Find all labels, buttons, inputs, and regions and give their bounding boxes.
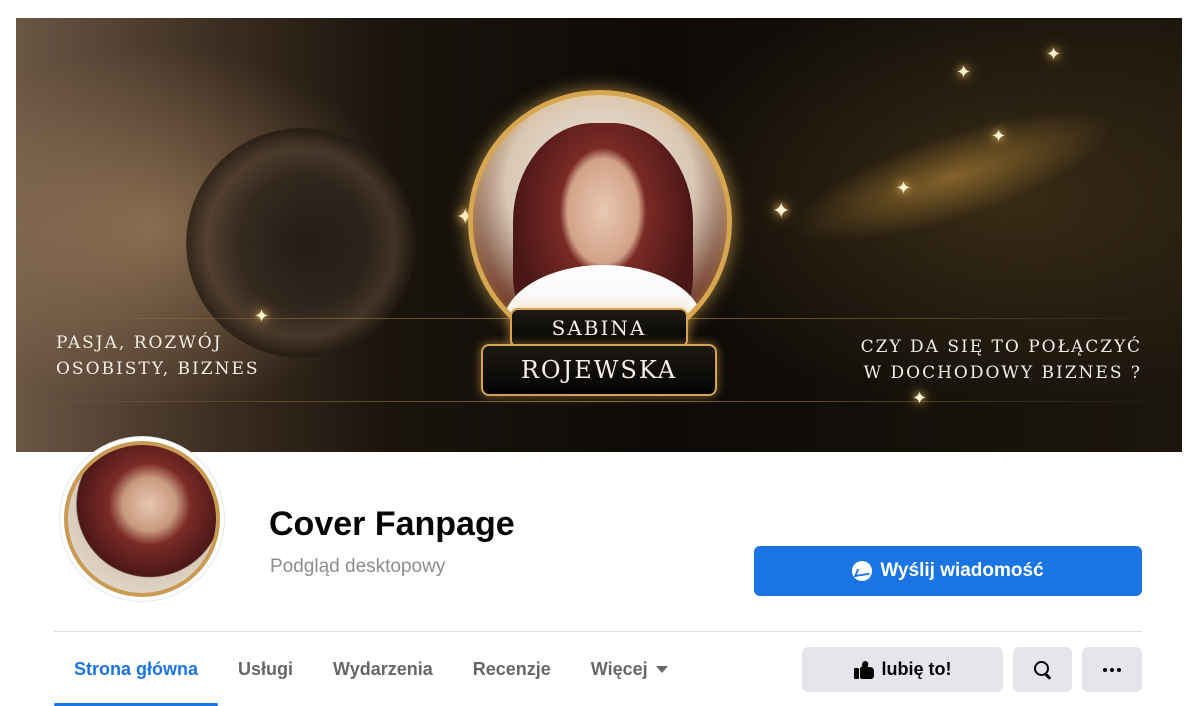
profile-avatar[interactable] (60, 437, 224, 601)
sparkle-star-icon: ✦ (1046, 44, 1062, 64)
tab-more[interactable]: Więcej (571, 632, 688, 706)
more-options-button[interactable] (1082, 647, 1142, 692)
page-title: Cover Fanpage (269, 505, 515, 543)
messenger-icon (852, 561, 873, 581)
send-message-button[interactable]: Wyślij wiadomość (754, 546, 1142, 596)
tab-label: Więcej (590, 658, 648, 679)
cover-tagline-right: CZY DA SIĘ TO POŁĄCZYĆ W DOCHODOWY BIZNE… (861, 334, 1142, 386)
tagline-right-line1: CZY DA SIĘ TO POŁĄCZYĆ (860, 337, 1142, 357)
cover-name-last: ROJEWSKA (481, 344, 717, 396)
gold-line (16, 401, 1182, 402)
search-icon (1033, 660, 1052, 679)
cover-tagline-left: PASJA, ROZWÓJ OSOBISTY, BIZNES (56, 330, 260, 382)
tab-services[interactable]: Usługi (218, 632, 313, 706)
gold-sparkle-wave (687, 18, 1182, 385)
tab-events[interactable]: Wydarzenia (313, 632, 453, 706)
tab-label: Usługi (238, 658, 294, 679)
tagline-left-line1: PASJA, ROZWÓJ (56, 333, 223, 353)
sparkle-star-icon: ✦ (254, 306, 270, 326)
like-label: lubię to! (881, 659, 952, 679)
tab-label: Recenzje (472, 658, 551, 679)
caret-down-icon (655, 665, 668, 673)
thumbs-up-icon (853, 659, 874, 679)
sparkle-star-icon: ✦ (956, 62, 972, 82)
tab-label: Wydarzenia (333, 658, 433, 679)
cover-name-first: SABINA (510, 308, 688, 348)
tab-reviews[interactable]: Recenzje (453, 632, 571, 706)
page-subtitle: Podgląd desktopowy (270, 556, 446, 577)
sparkle-star-icon: ✦ (772, 198, 791, 223)
sparkle-star-icon: ✦ (912, 388, 928, 408)
page-tabs: Strona główna Usługi Wydarzenia Recenzje… (54, 632, 688, 706)
sparkle-star-icon: ✦ (991, 126, 1007, 146)
cover-photo[interactable]: ✦ ✦ ✦ ✦ ✦ ✦ ✦ ✦ SABINA ROJEWSKA PASJA, R… (16, 18, 1182, 452)
tagline-right-line2: W DOCHODOWY BIZNES ? (863, 363, 1142, 383)
more-dots-icon (1103, 667, 1121, 672)
avatar-photo (64, 441, 220, 597)
send-message-label: Wyślij wiadomość (880, 560, 1044, 581)
sparkle-star-icon: ✦ (896, 178, 912, 198)
tab-home[interactable]: Strona główna (54, 632, 219, 706)
tab-label: Strona główna (74, 658, 199, 679)
camera-lens-graphic (186, 128, 416, 358)
like-button[interactable]: lubię to! (802, 647, 1003, 692)
tagline-left-line2: OSOBISTY, BIZNES (56, 359, 260, 379)
search-button[interactable] (1013, 647, 1072, 692)
